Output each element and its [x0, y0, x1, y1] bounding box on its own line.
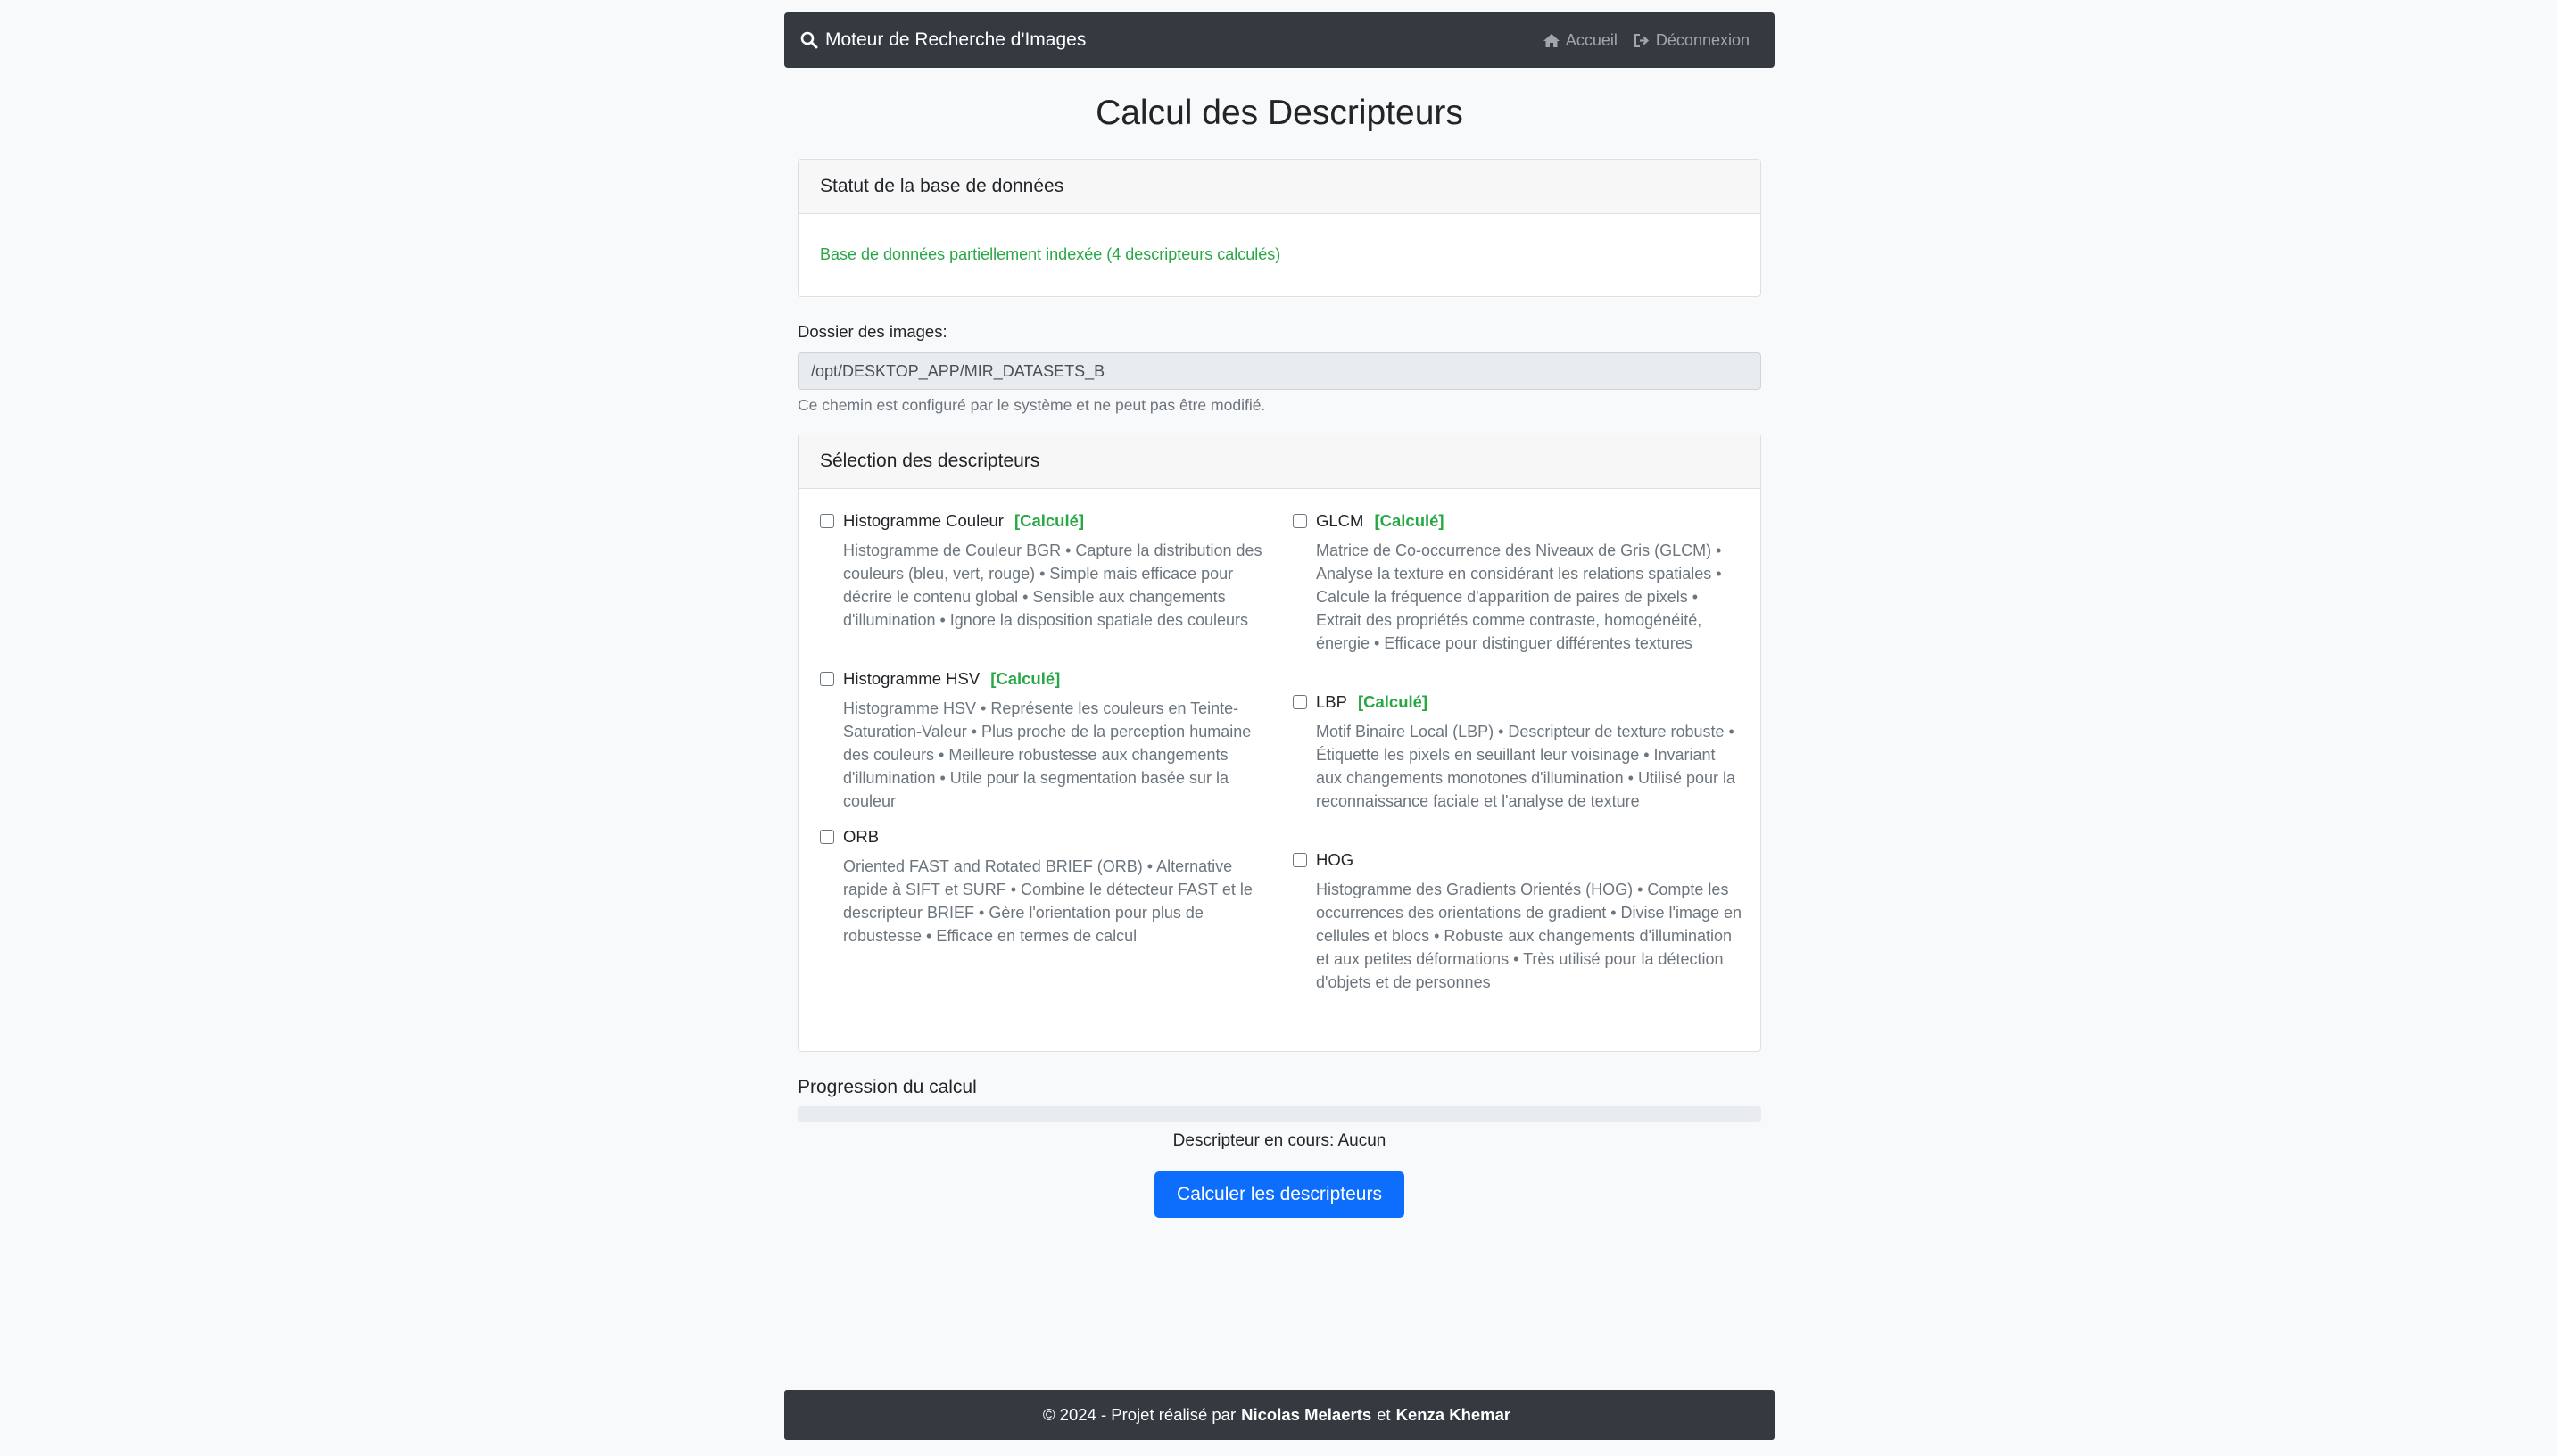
descriptor-item: GLCM [Calculé] Matrice de Co-occurrence … — [1293, 510, 1743, 655]
logout-icon — [1634, 33, 1650, 47]
folder-label: Dossier des images: — [798, 322, 947, 341]
descriptor-checkbox-orb[interactable] — [820, 830, 834, 844]
descriptor-name: Histogramme Couleur — [843, 511, 1004, 530]
nav-link-home-label: Accueil — [1565, 30, 1618, 49]
current-descriptor-text: Descripteur en cours: Aucun — [1172, 1131, 1386, 1150]
progress-bar — [798, 1106, 1761, 1122]
status-card-header: Statut de la base de données — [799, 160, 1760, 214]
descriptor-description: Oriented FAST and Rotated BRIEF (ORB) • … — [843, 857, 1253, 945]
home-icon — [1543, 33, 1560, 47]
calculated-tag: [Calculé] — [1374, 511, 1444, 530]
status-message: Base de données partiellement indexée (4… — [820, 245, 1281, 263]
descriptor-checkbox-lbp[interactable] — [1293, 695, 1307, 709]
compute-descriptors-button[interactable]: Calculer les descripteurs — [1154, 1171, 1404, 1218]
descriptor-name: LBP — [1316, 692, 1347, 711]
calculated-tag: [Calculé] — [1357, 692, 1428, 711]
descriptor-description: Histogramme des Gradients Orientés (HOG)… — [1316, 881, 1742, 991]
descriptor-item: ORB Oriented FAST and Rotated BRIEF (ORB… — [820, 826, 1266, 947]
nav-link-logout[interactable]: Déconnexion — [1634, 31, 1750, 50]
calculated-tag: [Calculé] — [990, 669, 1061, 688]
nav-link-logout-label: Déconnexion — [1655, 30, 1750, 49]
descriptor-checkbox-histogramme-couleur[interactable] — [820, 514, 834, 528]
status-card: Statut de la base de données Base de don… — [798, 159, 1761, 297]
descriptor-checkbox-hog[interactable] — [1293, 853, 1307, 867]
descriptor-description: Histogramme de Couleur BGR • Capture la … — [843, 542, 1262, 629]
nav-link-home[interactable]: Accueil — [1543, 31, 1618, 50]
descriptor-checkbox-glcm[interactable] — [1293, 514, 1307, 528]
descriptor-name: HOG — [1316, 850, 1354, 869]
descriptor-description: Histogramme HSV • Représente les couleur… — [843, 699, 1252, 810]
selection-card-header: Sélection des descripteurs — [799, 434, 1760, 489]
descriptor-name: Histogramme HSV — [843, 669, 981, 688]
descriptor-name: GLCM — [1316, 511, 1364, 530]
descriptor-checkbox-histogramme-hsv[interactable] — [820, 672, 834, 686]
navbar: Moteur de Recherche d'Images Accueil Déc… — [784, 12, 1775, 68]
page-title: Calcul des Descripteurs — [1096, 94, 1463, 132]
navbar-brand[interactable]: Moteur de Recherche d'Images — [800, 29, 1086, 51]
footer: © 2024 - Projet réalisé par Nicolas Mela… — [784, 1390, 1775, 1440]
footer-author-2: Kenza Khemar — [1395, 1405, 1511, 1424]
descriptor-item: Histogramme Couleur [Calculé] Histogramm… — [820, 510, 1266, 632]
descriptor-item: Histogramme HSV [Calculé] Histogramme HS… — [820, 668, 1266, 813]
footer-author-1: Nicolas Melaerts — [1241, 1405, 1372, 1424]
descriptor-name: ORB — [843, 827, 880, 846]
brand-label: Moteur de Recherche d'Images — [825, 29, 1087, 50]
footer-conjunction: et — [1377, 1405, 1391, 1424]
calculated-tag: [Calculé] — [1014, 511, 1085, 530]
descriptor-item: LBP [Calculé] Motif Binaire Local (LBP) … — [1293, 691, 1743, 813]
descriptor-description: Motif Binaire Local (LBP) • Descripteur … — [1316, 723, 1735, 810]
folder-help-text: Ce chemin est configuré par le système e… — [798, 396, 1266, 414]
search-icon — [800, 31, 818, 49]
footer-prefix: © 2024 - Projet réalisé par — [1042, 1405, 1237, 1424]
folder-path-input[interactable] — [798, 352, 1761, 390]
descriptor-item: HOG Histogramme des Gradients Orientés (… — [1293, 849, 1743, 994]
progress-label: Progression du calcul — [798, 1077, 977, 1097]
descriptor-description: Matrice de Co-occurrence des Niveaux de … — [1316, 542, 1722, 652]
selection-card: Sélection des descripteurs Histogramme C… — [798, 434, 1761, 1052]
nav-links: Accueil Déconnexion — [1527, 31, 1750, 50]
